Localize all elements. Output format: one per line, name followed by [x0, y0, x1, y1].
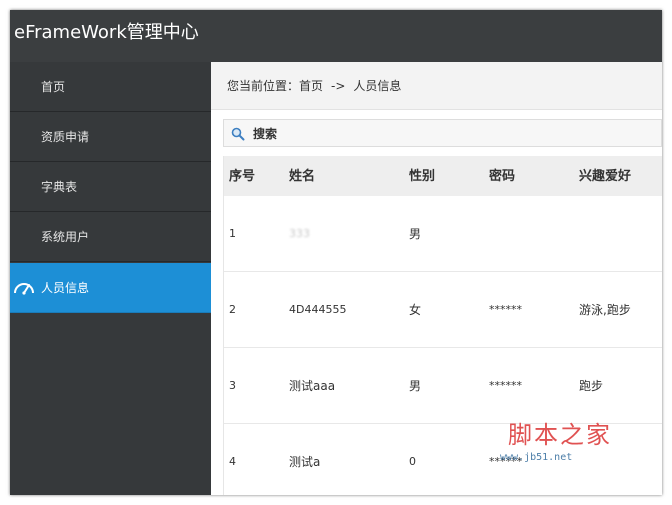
- cell-index: 2: [229, 303, 236, 316]
- column-header-hobby[interactable]: 兴趣爱好: [579, 169, 631, 184]
- site-watermark: 脚本之家 www.jb51.net: [500, 421, 640, 471]
- cell-hobby: 游泳,跑步: [579, 303, 631, 317]
- breadcrumb-home-link[interactable]: 首页: [299, 79, 323, 93]
- search-label: 搜索: [253, 127, 278, 141]
- table-header: 序号 姓名 性别 密码 兴趣爱好: [224, 156, 662, 196]
- table-row[interactable]: 1 333 男: [224, 196, 662, 272]
- cell-password: ******: [489, 303, 522, 316]
- sidebar-item-label: 人员信息: [41, 281, 90, 295]
- cell-index: 1: [229, 227, 236, 240]
- watermark-url: www.jb51.net: [500, 452, 573, 463]
- sidebar-item-home[interactable]: 首页: [10, 62, 211, 112]
- sidebar-item-qualification[interactable]: 资质申请: [10, 112, 211, 162]
- cell-name: 测试a: [289, 455, 321, 469]
- sidebar-item-label: 首页: [41, 80, 66, 94]
- sidebar-item-label: 资质申请: [41, 130, 90, 144]
- app-header: eFrameWork管理中心: [10, 10, 662, 62]
- cell-gender: 男: [409, 227, 422, 241]
- sidebar-item-personnel[interactable]: 人员信息: [10, 263, 211, 313]
- cell-gender: 0: [409, 455, 416, 468]
- cell-hobby: 跑步: [579, 379, 604, 393]
- sidebar: 首页 资质申请 字典表 系统用户 人员信息: [10, 62, 211, 495]
- column-header-gender[interactable]: 性别: [409, 169, 435, 184]
- app-title: eFrameWork管理中心: [14, 22, 199, 43]
- breadcrumb-prefix: 您当前位置：: [227, 79, 300, 93]
- cell-gender: 女: [409, 303, 422, 317]
- breadcrumb-text: 您当前位置：首页 -> 人员信息: [227, 79, 401, 93]
- watermark-title: 脚本之家: [508, 421, 612, 449]
- column-header-index[interactable]: 序号: [229, 169, 255, 184]
- breadcrumb-separator: ->: [331, 79, 346, 93]
- sidebar-item-label: 字典表: [41, 180, 78, 194]
- cell-password: ******: [489, 379, 522, 392]
- search-toggle[interactable]: 搜索: [223, 119, 662, 147]
- cell-name: 333: [289, 227, 310, 240]
- gauge-icon: [13, 279, 35, 295]
- sidebar-item-label: 系统用户: [41, 230, 90, 244]
- cell-index: 4: [229, 455, 236, 468]
- cell-gender: 男: [409, 379, 422, 393]
- sidebar-item-dictionary[interactable]: 字典表: [10, 162, 211, 212]
- column-header-name[interactable]: 姓名: [289, 169, 315, 184]
- sidebar-item-system-users[interactable]: 系统用户: [10, 212, 211, 262]
- cell-index: 3: [229, 379, 236, 392]
- breadcrumb: 您当前位置：首页 -> 人员信息: [211, 62, 662, 110]
- table-row[interactable]: 3 测试aaa 男 ****** 跑步: [224, 348, 662, 424]
- breadcrumb-current: 人员信息: [353, 79, 402, 93]
- cell-name: 4D444555: [289, 303, 347, 316]
- column-header-password[interactable]: 密码: [489, 169, 515, 184]
- cell-name: 测试aaa: [289, 379, 336, 393]
- search-icon: [231, 126, 245, 141]
- table-row[interactable]: 2 4D444555 女 ****** 游泳,跑步: [224, 272, 662, 348]
